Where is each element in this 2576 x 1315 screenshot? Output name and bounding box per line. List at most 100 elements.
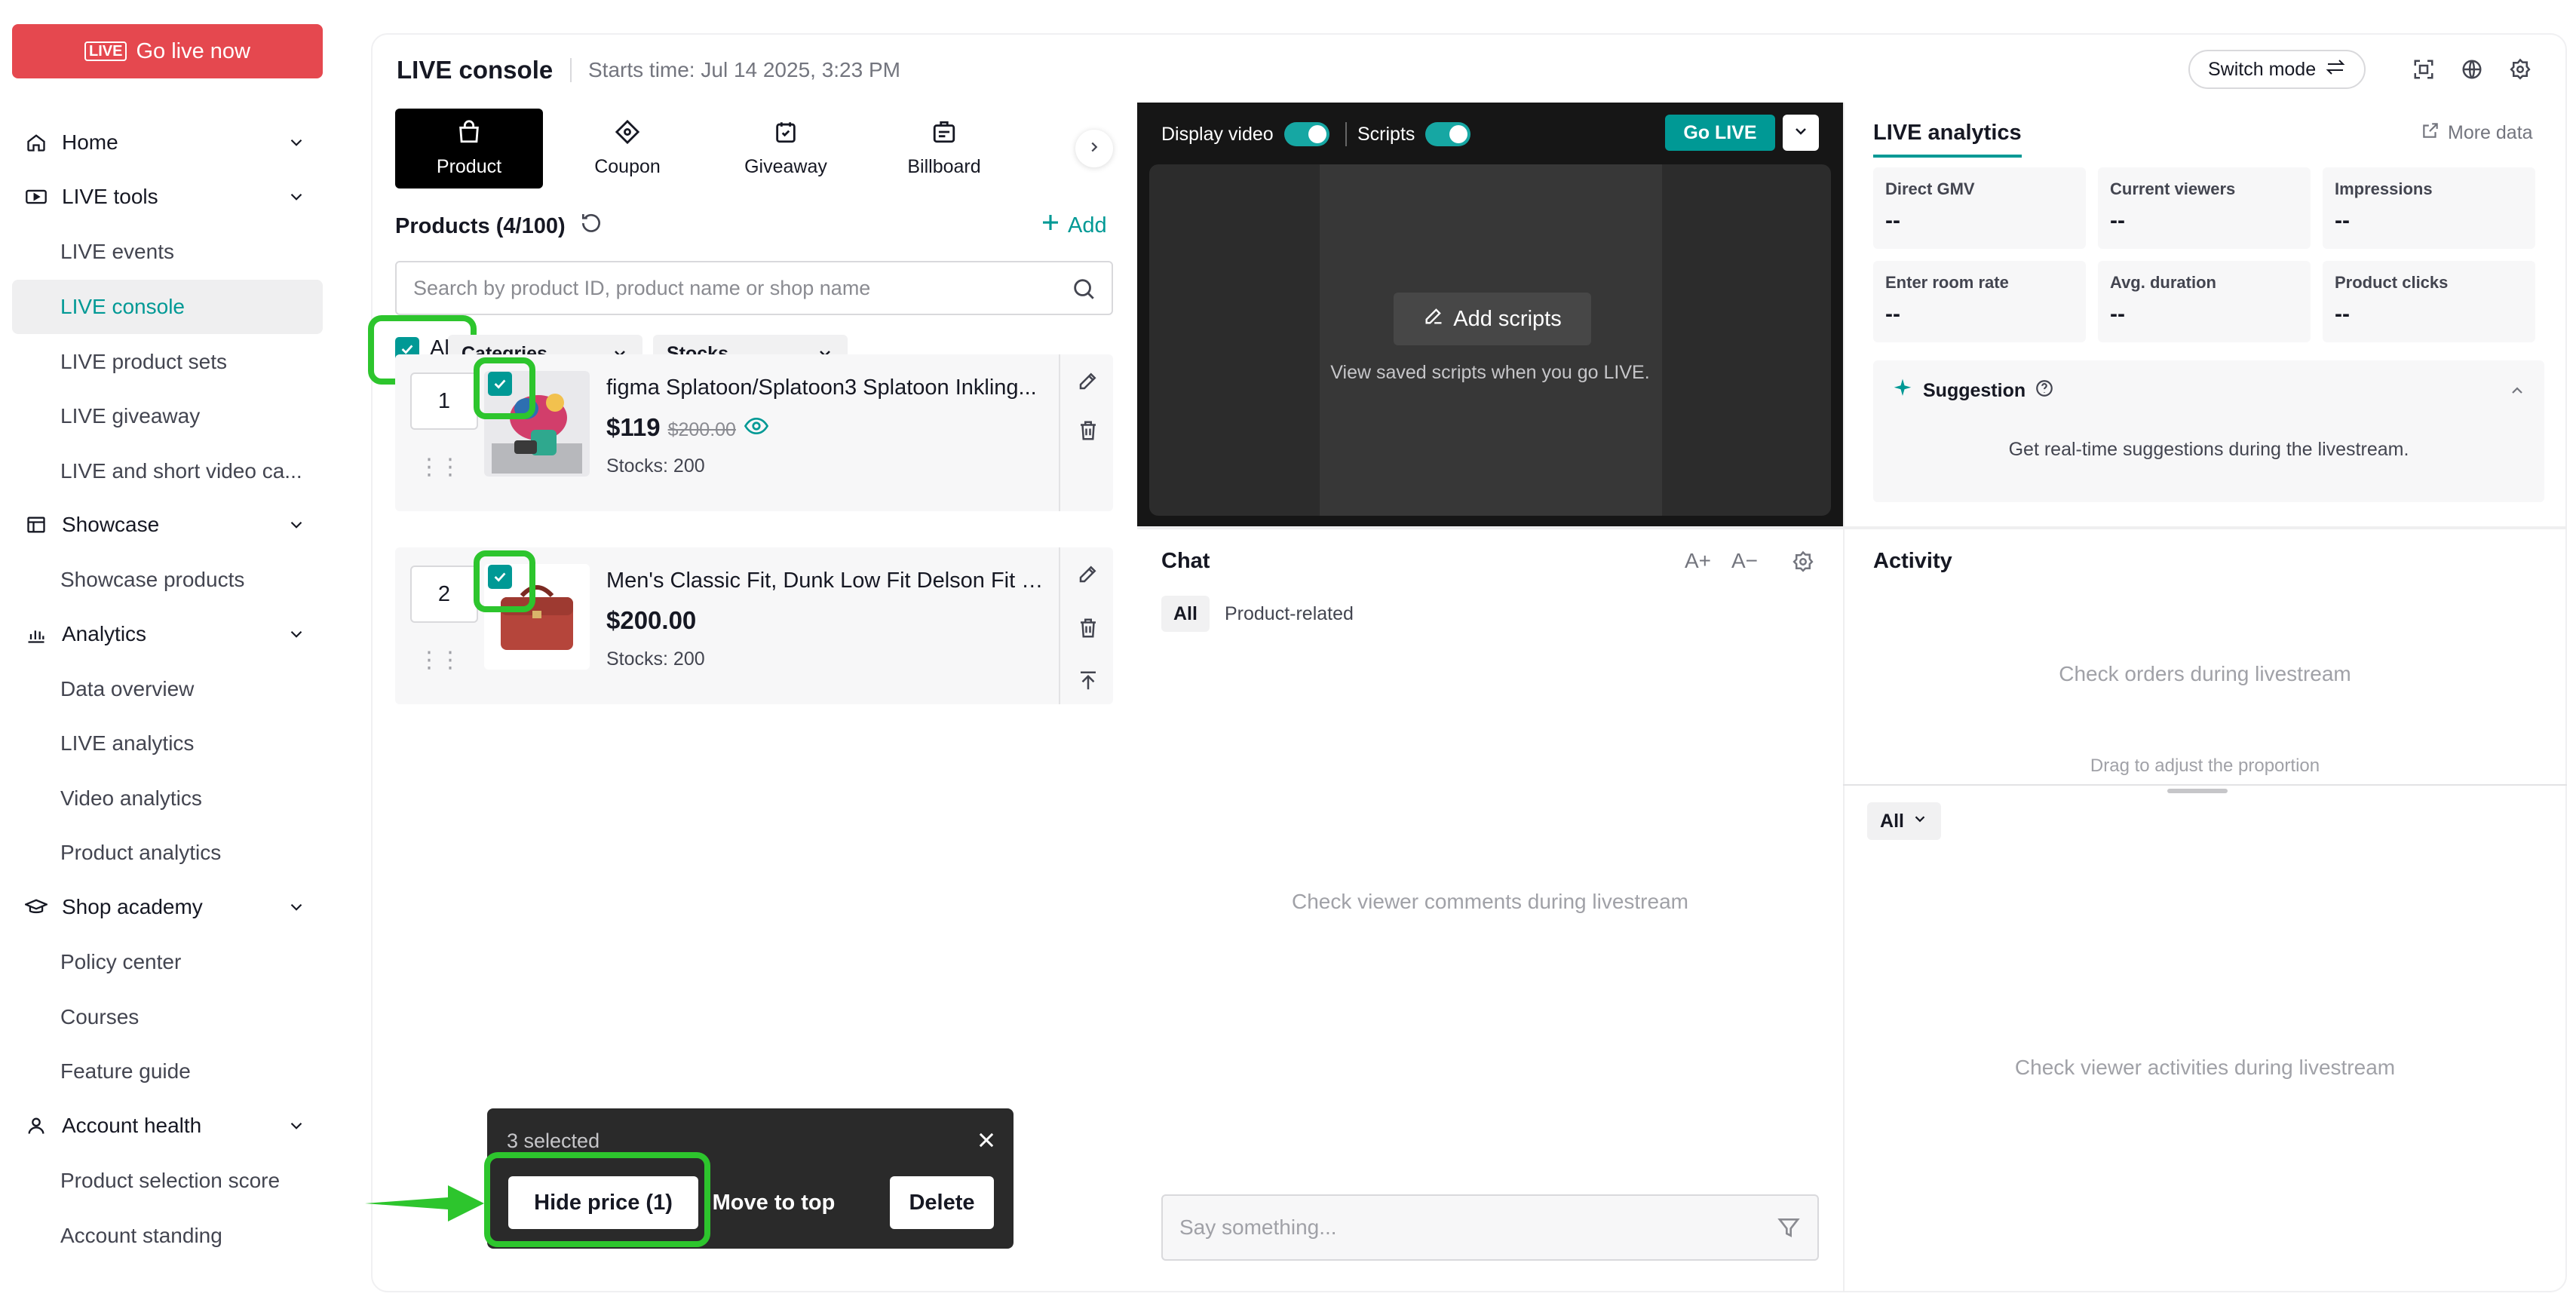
- sidebar-item-live-giveaway[interactable]: LIVE giveaway: [12, 389, 323, 443]
- switch-mode-button[interactable]: Switch mode: [2188, 50, 2366, 89]
- edit-icon[interactable]: [1075, 368, 1101, 394]
- metric-impressions: Impressions --: [2323, 167, 2535, 249]
- display-video-toggle[interactable]: Display video: [1161, 122, 1329, 146]
- font-increase-button[interactable]: A+: [1685, 549, 1711, 573]
- metric-direct-gmv: Direct GMV --: [1873, 167, 2086, 249]
- account-icon: [24, 1114, 48, 1138]
- product-index[interactable]: 1: [410, 372, 478, 430]
- sidebar-item-product-analytics[interactable]: Product analytics: [12, 826, 323, 880]
- sidebar-item-showcase-products[interactable]: Showcase products: [12, 553, 323, 607]
- refresh-icon[interactable]: [579, 211, 603, 241]
- more-data-link[interactable]: More data: [2421, 121, 2533, 146]
- scripts-toggle[interactable]: Scripts: [1345, 122, 1471, 146]
- activity-filter-dropdown[interactable]: All: [1867, 802, 1941, 840]
- delete-button[interactable]: Delete: [890, 1176, 994, 1229]
- billboard-icon: [931, 119, 957, 150]
- eye-icon[interactable]: [744, 413, 769, 442]
- product-index[interactable]: 2: [410, 566, 478, 623]
- close-icon[interactable]: [976, 1130, 997, 1154]
- home-icon: [24, 130, 48, 155]
- chat-filter-all[interactable]: All: [1161, 596, 1210, 632]
- add-scripts-button[interactable]: Add scripts: [1394, 293, 1591, 345]
- metric-value: --: [2335, 302, 2350, 326]
- resize-handle[interactable]: [2167, 789, 2228, 793]
- go-live-now-button[interactable]: LIVE Go live now: [12, 24, 323, 78]
- tab-billboard[interactable]: Billboard: [870, 109, 1018, 189]
- chevron-down-icon: [287, 515, 306, 540]
- nav-group-label: Home: [62, 130, 118, 154]
- tab-product[interactable]: Product: [395, 109, 543, 189]
- add-product-button[interactable]: Add: [1039, 211, 1107, 240]
- product-row[interactable]: 1 ⋮⋮ figma Splatoon/Splatoon3 Splatoon I…: [395, 354, 1113, 511]
- orders-empty-state: Check orders during livestream: [2059, 662, 2351, 685]
- delete-icon[interactable]: [1075, 615, 1101, 641]
- sidebar-item-account-standing[interactable]: Account standing: [12, 1209, 323, 1263]
- chat-filter-product-related[interactable]: Product-related: [1213, 596, 1366, 632]
- sidebar-item-live-analytics[interactable]: LIVE analytics: [12, 716, 323, 771]
- product-checkbox[interactable]: [488, 372, 512, 396]
- sidebar-item-live-events[interactable]: LIVE events: [12, 225, 323, 279]
- toggle-switch-on[interactable]: [1283, 122, 1329, 146]
- activity-title: Activity: [1873, 549, 1952, 573]
- chevron-down-icon: [287, 897, 306, 922]
- filter-icon[interactable]: [1777, 1215, 1801, 1245]
- edit-icon[interactable]: [1075, 561, 1101, 587]
- tab-giveaway[interactable]: Giveaway: [712, 109, 860, 189]
- sidebar-item-live-short-video[interactable]: LIVE and short video ca...: [12, 444, 323, 498]
- tool-tabs: Product Coupon Giveaway Billboard: [394, 109, 1118, 189]
- move-to-top-button[interactable]: Move to top: [709, 1176, 839, 1229]
- chat-input[interactable]: Say something...: [1161, 1194, 1819, 1261]
- nav-group-account-health[interactable]: Account health: [12, 1102, 323, 1149]
- tabs-next-button[interactable]: [1075, 130, 1113, 167]
- drag-handle-icon[interactable]: ⋮⋮: [418, 454, 462, 480]
- giveaway-icon: [773, 119, 799, 150]
- tab-live-analytics[interactable]: LIVE analytics: [1873, 121, 2022, 158]
- metric-avg-duration: Avg. duration --: [2098, 261, 2311, 342]
- sidebar-item-data-overview[interactable]: Data overview: [12, 662, 323, 716]
- nav-group-shop-academy[interactable]: Shop academy: [12, 884, 323, 930]
- sidebar-item-product-selection-score[interactable]: Product selection score: [12, 1154, 323, 1208]
- metric-label: Avg. duration: [2110, 273, 2216, 292]
- product-checkbox[interactable]: [488, 565, 512, 589]
- hide-price-highlight: [484, 1152, 710, 1247]
- go-live-button[interactable]: Go LIVE: [1665, 115, 1775, 151]
- more-data-label: More data: [2448, 122, 2533, 143]
- pencil-icon: [1423, 305, 1444, 333]
- sidebar-item-video-analytics[interactable]: Video analytics: [12, 771, 323, 826]
- fullscreen-icon[interactable]: [2410, 56, 2437, 83]
- search-placeholder: Search by product ID, product name or sh…: [413, 276, 871, 299]
- start-time: Starts time: Jul 14 2025, 3:23 PM: [570, 58, 900, 82]
- toggle-switch-on[interactable]: [1425, 122, 1471, 146]
- metric-label: Direct GMV: [1885, 179, 1975, 198]
- nav-group-home[interactable]: Home: [12, 119, 323, 166]
- product-search-input[interactable]: Search by product ID, product name or sh…: [395, 261, 1113, 315]
- delete-icon[interactable]: [1075, 418, 1101, 443]
- sidebar-item-courses[interactable]: Courses: [12, 990, 323, 1044]
- tab-coupon[interactable]: Coupon: [554, 109, 701, 189]
- sidebar-item-live-product-sets[interactable]: LIVE product sets: [12, 335, 323, 389]
- sidebar-item-live-console[interactable]: LIVE console: [12, 280, 323, 334]
- sidebar-item-policy-center[interactable]: Policy center: [12, 935, 323, 989]
- chevron-down-icon: [287, 624, 306, 649]
- product-row[interactable]: 2 ⋮⋮ Men's Classic Fit, Dunk Low Fit Del…: [395, 547, 1113, 704]
- product-actions: [1059, 547, 1113, 704]
- nav-group-showcase[interactable]: Showcase: [12, 501, 323, 548]
- font-decrease-button[interactable]: A−: [1731, 549, 1758, 573]
- metric-current-viewers: Current viewers --: [2098, 167, 2311, 249]
- chevron-up-icon[interactable]: [2508, 382, 2526, 403]
- go-live-dropdown[interactable]: [1783, 115, 1819, 151]
- globe-icon[interactable]: [2458, 56, 2486, 83]
- help-icon[interactable]: [2035, 379, 2054, 403]
- settings-icon[interactable]: [2507, 56, 2534, 83]
- chat-title: Chat: [1161, 549, 1210, 573]
- sidebar-item-feature-guide[interactable]: Feature guide: [12, 1044, 323, 1099]
- move-to-top-icon[interactable]: [1075, 668, 1101, 694]
- selected-count: 3 selected: [507, 1130, 600, 1152]
- nav-group-live-tools[interactable]: LIVE tools: [12, 173, 323, 220]
- chevron-down-icon: [1792, 122, 1810, 144]
- original-price: $200.00: [667, 419, 736, 440]
- drag-handle-icon[interactable]: ⋮⋮: [418, 647, 462, 673]
- chevron-down-icon: [287, 133, 306, 158]
- nav-group-analytics[interactable]: Analytics: [12, 611, 323, 658]
- chat-settings-icon[interactable]: [1792, 550, 1814, 578]
